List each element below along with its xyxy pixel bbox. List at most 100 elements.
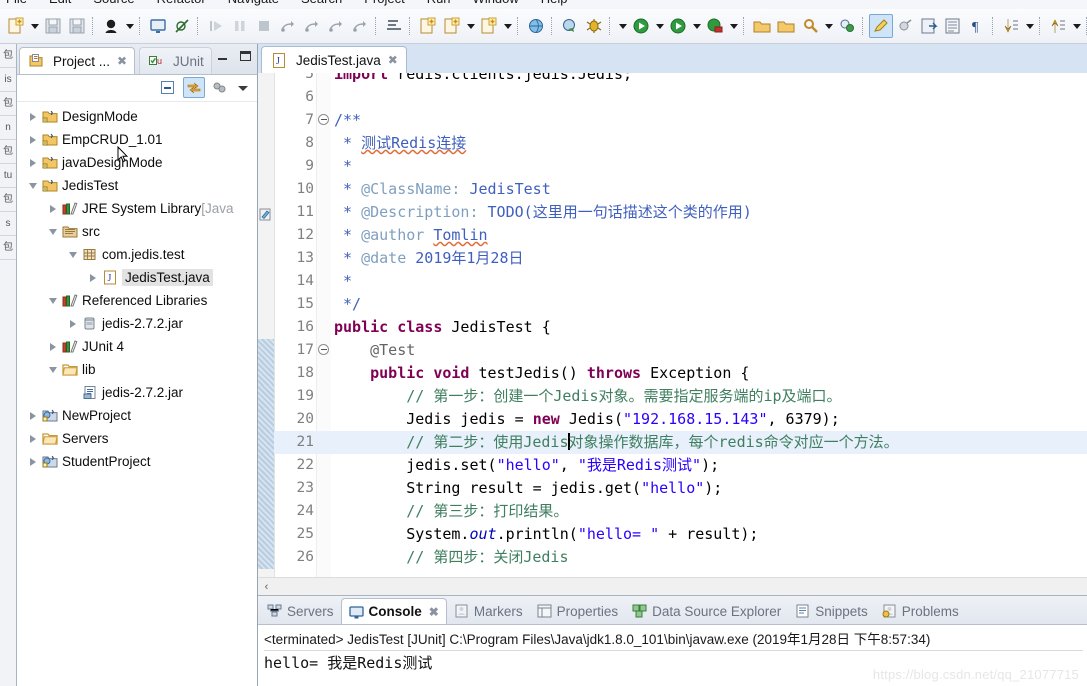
menu-item-file[interactable]: File bbox=[4, 0, 29, 6]
save-icon[interactable] bbox=[41, 14, 65, 38]
code-line[interactable]: 20 Jedis jedis = new Jedis("192.168.15.1… bbox=[258, 408, 1087, 431]
code-line[interactable]: 22 jedis.set("hello", "我是Redis测试"); bbox=[258, 454, 1087, 477]
fast-view-item[interactable]: n bbox=[0, 116, 16, 140]
chevron-right-icon[interactable] bbox=[85, 270, 101, 286]
console-tab-markers[interactable]: Markers bbox=[447, 598, 530, 624]
explorer-tool-buttons[interactable] bbox=[157, 77, 251, 98]
chevron-down-icon[interactable] bbox=[45, 224, 61, 240]
previous-edit-icon[interactable] bbox=[1046, 14, 1070, 38]
code-line[interactable]: 11 * @Description: TODO(这里用一句话描述这个类的作用) bbox=[258, 201, 1087, 224]
next-edit-dropdown-arrow[interactable] bbox=[1023, 14, 1036, 38]
console-tab-properties[interactable]: Properties bbox=[530, 598, 626, 624]
skip-breakpoints-icon[interactable] bbox=[170, 14, 194, 38]
coverage-dropdown-arrow[interactable] bbox=[727, 14, 740, 38]
code-line[interactable]: 19 // 第一步：创建一个Jedis对象。需要指定服务端的ip及端口。 bbox=[258, 385, 1087, 408]
code-line[interactable]: 21 // 第二步：使用Jedis对象操作数据库，每个redis命令对应一个方法… bbox=[258, 431, 1087, 454]
close-icon[interactable]: ✖ bbox=[429, 605, 439, 619]
code-line[interactable]: 7 /** bbox=[258, 109, 1087, 132]
step-into-icon[interactable] bbox=[300, 14, 324, 38]
tree-item-junit-4[interactable]: JUnit 4 bbox=[17, 335, 257, 358]
console-body[interactable]: <terminated> JedisTest [JUnit] C:\Progra… bbox=[258, 625, 1087, 673]
fast-view-item[interactable]: 包 bbox=[0, 188, 16, 212]
console-tab-row[interactable]: Servers Console ✖ Markers Properties Data Sou… bbox=[258, 596, 1087, 625]
chevron-down-icon[interactable] bbox=[45, 293, 61, 309]
code-line[interactable]: 10 * @ClassName: JedisTest bbox=[258, 178, 1087, 201]
debug-dropdown-arrow[interactable] bbox=[616, 14, 629, 38]
suspend-icon[interactable] bbox=[228, 14, 252, 38]
code-line[interactable]: 18 public void testJedis() throws Except… bbox=[258, 362, 1087, 385]
run-server-icon[interactable] bbox=[558, 14, 582, 38]
fast-view-item[interactable]: 包 bbox=[0, 44, 16, 68]
tree-item-newproject[interactable]: NewProject bbox=[17, 404, 257, 427]
link-editor-icon[interactable] bbox=[183, 77, 205, 98]
new-dropdown-arrow[interactable] bbox=[28, 14, 41, 38]
tree-item-servers[interactable]: Servers bbox=[17, 427, 257, 450]
print-dropdown-arrow[interactable] bbox=[123, 14, 136, 38]
code-line[interactable]: 14 * bbox=[258, 270, 1087, 293]
export-icon[interactable] bbox=[917, 14, 941, 38]
tree-item-lib[interactable]: lib bbox=[17, 358, 257, 381]
code-line[interactable]: 25 System.out.println("hello= " + result… bbox=[258, 523, 1087, 546]
new-package-icon[interactable] bbox=[440, 14, 464, 38]
tree-item-jedis-2-7-2-jar[interactable]: jedis-2.7.2.jar bbox=[17, 381, 257, 404]
chevron-right-icon[interactable] bbox=[25, 431, 41, 447]
run-icon[interactable] bbox=[629, 14, 653, 38]
console-tab-snippets[interactable]: Snippets bbox=[788, 598, 875, 624]
menu-item-help[interactable]: Help bbox=[539, 0, 570, 6]
console-tab-problems[interactable]: Problems bbox=[875, 598, 966, 624]
step-return-icon[interactable] bbox=[348, 14, 372, 38]
code-line[interactable]: 6 bbox=[258, 86, 1087, 109]
chevron-right-icon[interactable] bbox=[25, 155, 41, 171]
minimize-icon[interactable] bbox=[216, 49, 230, 63]
chevron-down-icon[interactable] bbox=[45, 362, 61, 378]
console-tab-console[interactable]: Console ✖ bbox=[340, 598, 447, 624]
main-toolbar[interactable]: ¶ bbox=[0, 9, 1087, 44]
next-edit-icon[interactable] bbox=[999, 14, 1023, 38]
menu-bar-items[interactable]: File Edit Source Refactor Navigate Search Proj… bbox=[4, 0, 570, 6]
code-line[interactable]: 16 public class JedisTest { bbox=[258, 316, 1087, 339]
menu-item-edit[interactable]: Edit bbox=[47, 0, 73, 6]
code-line[interactable]: 5 import redis.clients.jedis.Jedis; bbox=[258, 73, 1087, 86]
editor-horizontal-scrollbar[interactable]: ‹ bbox=[258, 577, 1087, 595]
chevron-down-icon[interactable] bbox=[65, 247, 81, 263]
code-line[interactable]: 24 // 第三步：打印结果。 bbox=[258, 500, 1087, 523]
tree-item-referenced-libraries[interactable]: Referenced Libraries bbox=[17, 289, 257, 312]
new-class-dropdown-arrow[interactable] bbox=[501, 14, 514, 38]
step-over-icon[interactable] bbox=[324, 14, 348, 38]
chevron-right-icon[interactable] bbox=[65, 316, 81, 332]
link-tasks-icon[interactable] bbox=[835, 14, 859, 38]
code-line[interactable]: 9 * bbox=[258, 155, 1087, 178]
code-line[interactable]: 26 // 第四步：关闭Jedis bbox=[258, 546, 1087, 569]
chevron-down-icon[interactable] bbox=[25, 178, 41, 194]
tree-item-designmode[interactable]: DesignMode bbox=[17, 105, 257, 128]
tab-project-explorer[interactable]: Project ... ✖ bbox=[19, 47, 136, 74]
external-tools-dropdown-arrow[interactable] bbox=[690, 14, 703, 38]
tree-item-jedis-2-7-2-jar[interactable]: jedis-2.7.2.jar bbox=[17, 312, 257, 335]
project-tree[interactable]: DesignMode EmpCRUD_1.01 javaDesignMode Jedi… bbox=[17, 102, 257, 473]
code-line[interactable]: 8 * 测试Redis连接 bbox=[258, 132, 1087, 155]
tab-jedistest-java[interactable]: J JedisTest.java ✖ bbox=[261, 46, 407, 73]
code-line[interactable]: 15 */ bbox=[258, 293, 1087, 316]
menu-item-run[interactable]: Run bbox=[425, 0, 453, 6]
menu-item-window[interactable]: Window bbox=[471, 0, 521, 6]
run-dropdown-arrow[interactable] bbox=[653, 14, 666, 38]
pilcrow-icon[interactable]: ¶ bbox=[965, 14, 989, 38]
close-icon[interactable]: ✖ bbox=[117, 54, 127, 68]
open-task-icon[interactable] bbox=[774, 14, 798, 38]
menu-item-navigate[interactable]: Navigate bbox=[226, 0, 281, 6]
fold-toggle-icon[interactable] bbox=[318, 114, 329, 125]
run-external-tools-icon[interactable] bbox=[666, 14, 690, 38]
show-whitespace-icon[interactable] bbox=[941, 14, 965, 38]
code-line[interactable]: 17 @Test bbox=[258, 339, 1087, 362]
collapse-all-icon[interactable] bbox=[157, 77, 179, 98]
menu-item-refactor[interactable]: Refactor bbox=[155, 0, 208, 6]
chevron-right-icon[interactable] bbox=[25, 408, 41, 424]
disconnect-icon[interactable] bbox=[276, 14, 300, 38]
new-java-project-icon[interactable] bbox=[416, 14, 440, 38]
open-console-icon[interactable] bbox=[146, 14, 170, 38]
chevron-right-icon[interactable] bbox=[45, 201, 61, 217]
debug-icon[interactable] bbox=[582, 14, 606, 38]
resume-icon[interactable] bbox=[204, 14, 228, 38]
code-line[interactable]: 12 * @author Tomlin bbox=[258, 224, 1087, 247]
fold-toggle-icon[interactable] bbox=[318, 344, 329, 355]
